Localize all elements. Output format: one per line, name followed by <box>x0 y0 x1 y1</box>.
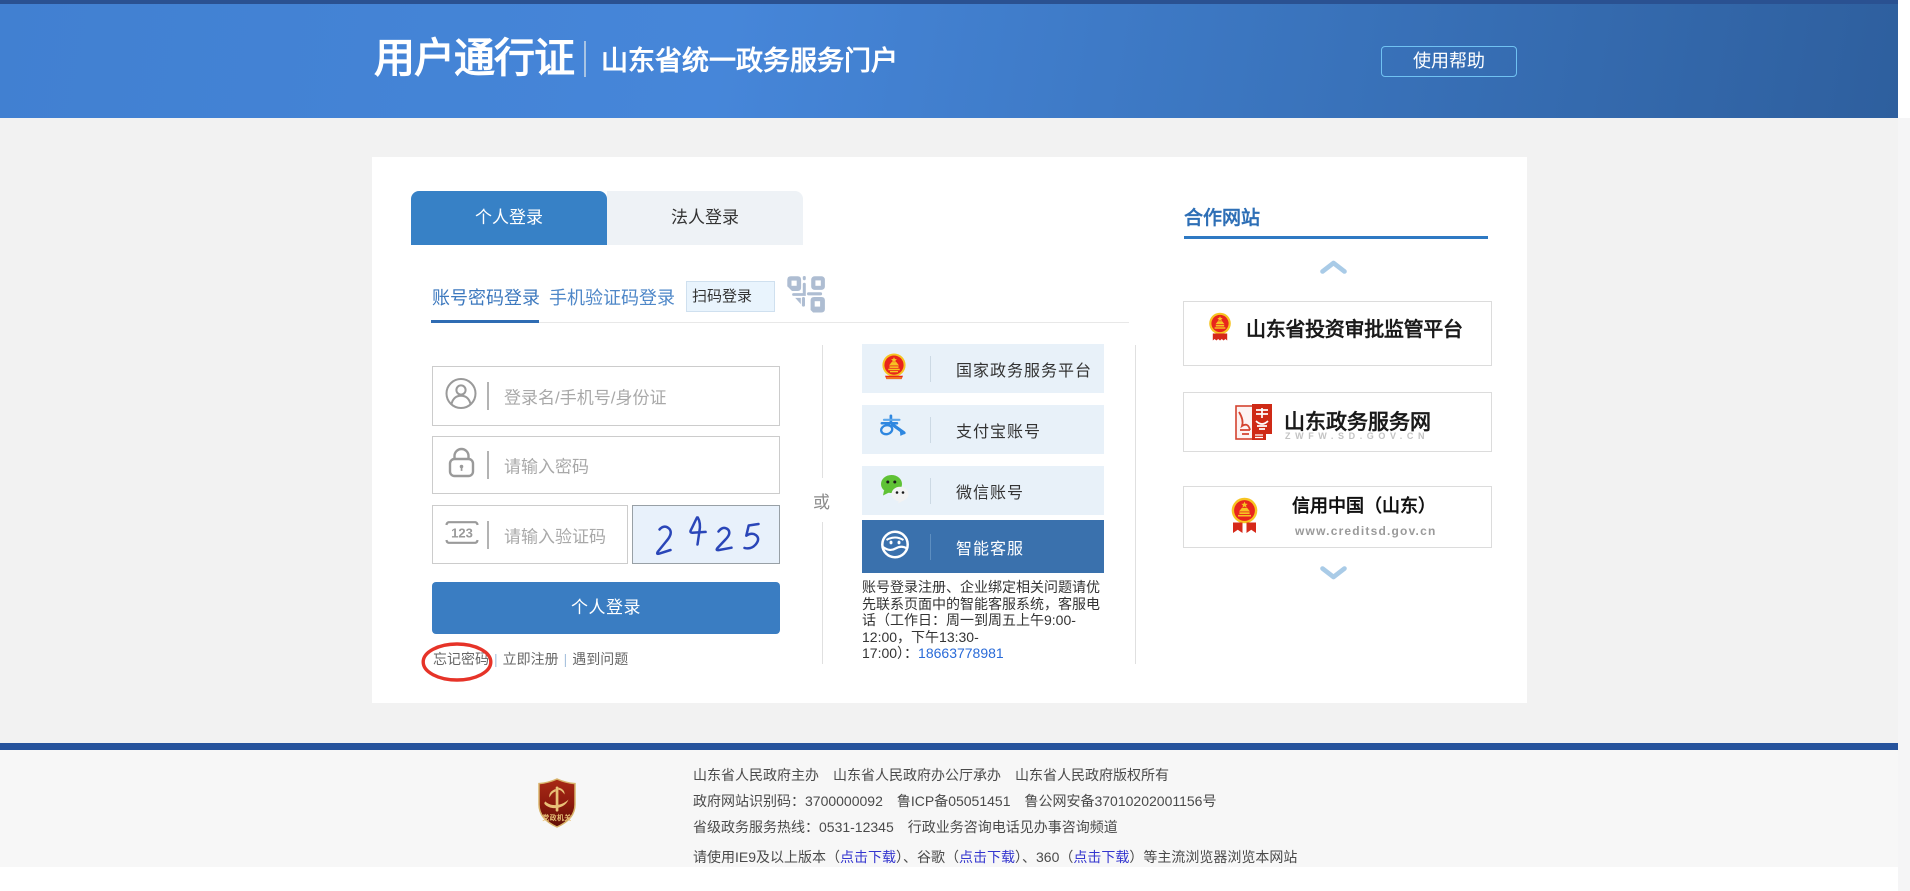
svg-text:党政机关: 党政机关 <box>542 813 571 822</box>
svg-text:123: 123 <box>451 525 473 540</box>
